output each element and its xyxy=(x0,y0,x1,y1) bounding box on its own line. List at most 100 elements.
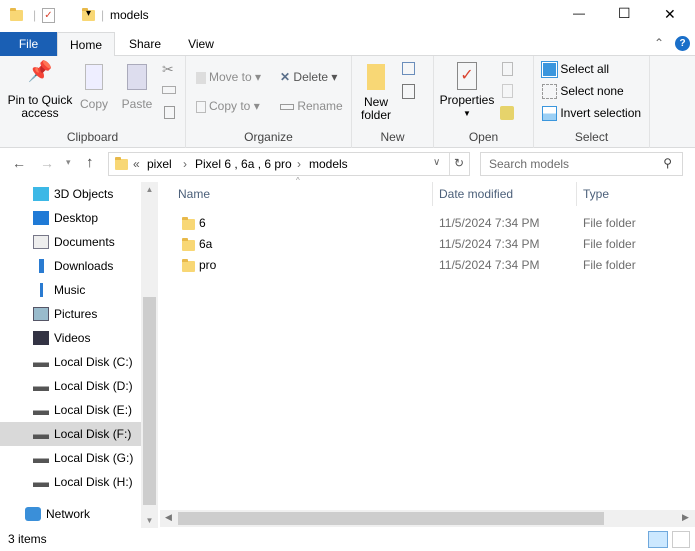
nav-item[interactable]: Local Disk (C:) xyxy=(0,350,141,374)
copy-button[interactable]: Copy xyxy=(76,64,112,111)
new-group: New folder New xyxy=(352,56,434,148)
file-row[interactable]: pro 11/5/2024 7:34 PM File folder xyxy=(170,255,680,276)
help-icon[interactable]: ? xyxy=(675,36,690,51)
nav-item[interactable]: Local Disk (F:) xyxy=(0,422,141,446)
horizontal-scrollbar[interactable]: ◀ ▶ xyxy=(160,510,695,527)
paste-icon xyxy=(127,64,147,90)
properties-qat-icon[interactable]: ✓ xyxy=(42,8,55,23)
drive-icon xyxy=(33,379,49,393)
search-icon: ⚲ xyxy=(663,156,672,170)
paste-shortcut-icon[interactable] xyxy=(164,106,175,119)
qat-dropdown-icon[interactable]: ▾ xyxy=(86,8,91,19)
nav-item-label: Downloads xyxy=(54,259,114,273)
tab-file[interactable]: File xyxy=(0,32,57,56)
breadcrumb-pixel[interactable]: pixel xyxy=(147,157,172,171)
column-header-type[interactable]: Type xyxy=(583,187,609,201)
item-count: 3 items xyxy=(8,532,47,546)
delete-button[interactable]: ✕ Delete ▾ xyxy=(280,70,337,84)
drive-icon xyxy=(33,355,49,369)
cut-icon[interactable]: ✂ xyxy=(162,61,174,78)
horizontal-scrollbar-thumb[interactable] xyxy=(178,512,604,525)
properties-button[interactable]: ✓ Properties ▼ xyxy=(438,62,496,120)
nav-item[interactable]: Local Disk (E:) xyxy=(0,398,141,422)
easy-access-icon[interactable] xyxy=(402,84,415,99)
nav-item[interactable]: Pictures xyxy=(0,302,141,326)
file-name: pro xyxy=(199,258,217,272)
address-bar[interactable]: « pixel › Pixel 6 , 6a , 6 pro › models … xyxy=(108,152,470,176)
rename-icon xyxy=(280,103,294,110)
back-button[interactable]: ← xyxy=(12,155,26,171)
column-header-name[interactable]: Name xyxy=(178,187,210,201)
details-view-button[interactable] xyxy=(648,531,668,548)
search-input[interactable]: Search models ⚲ xyxy=(480,152,683,176)
nav-item-label: Local Disk (G:) xyxy=(54,451,134,465)
edit-icon[interactable] xyxy=(502,84,513,98)
tab-view[interactable]: View xyxy=(174,32,228,56)
nav-item[interactable]: 3D Objects xyxy=(0,182,141,206)
collapse-ribbon-icon[interactable]: ⌃ xyxy=(654,36,664,50)
forward-button[interactable]: → xyxy=(40,155,54,171)
open-group: ✓ Properties ▼ Open xyxy=(434,56,534,148)
minimize-button[interactable]: — xyxy=(573,6,585,20)
refresh-icon[interactable]: ↻ xyxy=(449,153,468,175)
tab-home[interactable]: Home xyxy=(57,32,115,57)
file-date: 11/5/2024 7:34 PM xyxy=(439,258,540,272)
nav-item[interactable]: Documents xyxy=(0,230,141,254)
select-all-icon xyxy=(541,61,558,79)
copy-to-button[interactable]: Copy to ▾ xyxy=(196,99,260,113)
clipboard-group: 📌 Pin to Quick access Copy Paste ✂ Clipb… xyxy=(0,56,186,148)
close-button[interactable]: ✕ xyxy=(664,6,676,23)
ribbon: 📌 Pin to Quick access Copy Paste ✂ Clipb… xyxy=(0,56,695,148)
open-icon[interactable] xyxy=(502,62,513,76)
title-bar: | ✓ ▾ | models — ☐ ✕ xyxy=(0,0,695,32)
column-header-date[interactable]: Date modified xyxy=(439,187,513,201)
organize-group: Move to ▾ Copy to ▾ ✕ Delete ▾ Rename Or… xyxy=(186,56,352,148)
breadcrumb-overflow[interactable]: « xyxy=(133,157,140,171)
invert-selection-icon xyxy=(542,106,557,122)
ribbon-tabs: File Home Share View ⌃ ? xyxy=(0,32,695,57)
move-to-button[interactable]: Move to ▾ xyxy=(196,70,261,84)
documents-icon xyxy=(33,235,49,249)
history-icon[interactable] xyxy=(500,106,514,120)
nav-item[interactable]: Desktop xyxy=(0,206,141,230)
select-none-button[interactable]: Select none xyxy=(542,84,624,100)
move-to-icon xyxy=(196,71,206,84)
paste-button[interactable]: Paste xyxy=(118,64,156,111)
select-all-button[interactable]: Select all xyxy=(541,61,609,79)
chevron-right-icon[interactable]: › xyxy=(297,157,301,171)
file-type: File folder xyxy=(583,258,636,272)
recent-locations-button[interactable]: ▾ xyxy=(66,157,71,168)
tab-share[interactable]: Share xyxy=(118,32,172,56)
nav-item[interactable]: Downloads xyxy=(0,254,141,278)
breadcrumb-models[interactable]: models xyxy=(309,157,348,171)
nav-item[interactable]: Local Disk (D:) xyxy=(0,374,141,398)
maximize-button[interactable]: ☐ xyxy=(618,5,631,22)
properties-icon: ✓ xyxy=(457,62,477,90)
new-folder-button[interactable]: New folder xyxy=(358,64,394,122)
drive-icon xyxy=(33,427,49,441)
breadcrumb-pixel-6[interactable]: Pixel 6 , 6a , 6 pro xyxy=(195,157,292,171)
large-icons-view-button[interactable] xyxy=(672,531,690,548)
copy-icon xyxy=(85,64,103,90)
nav-item-label: Network xyxy=(46,507,91,521)
copy-path-icon[interactable] xyxy=(162,86,176,94)
nav-item[interactable]: Local Disk (G:) xyxy=(0,446,141,470)
nav-item[interactable]: Local Disk (H:) xyxy=(0,470,141,494)
up-button[interactable]: ↑ xyxy=(86,154,94,171)
rename-button[interactable]: Rename xyxy=(280,99,343,113)
address-dropdown-icon[interactable]: ∨ xyxy=(433,157,440,168)
file-type: File folder xyxy=(583,237,636,251)
pin-to-quick-access-button[interactable]: 📌 Pin to Quick access xyxy=(4,61,76,120)
nav-item[interactable]: Videos xyxy=(0,326,141,350)
pin-icon: 📌 xyxy=(27,61,53,83)
nav-item[interactable]: Network xyxy=(0,502,141,526)
new-item-icon[interactable] xyxy=(402,62,415,75)
nav-scrollbar[interactable]: ▲ ▼ xyxy=(141,182,158,528)
nav-item[interactable]: Music xyxy=(0,278,141,302)
file-row[interactable]: 6a 11/5/2024 7:34 PM File folder xyxy=(170,234,680,255)
file-row[interactable]: 6 11/5/2024 7:34 PM File folder xyxy=(170,213,680,234)
chevron-right-icon[interactable]: › xyxy=(183,157,187,171)
file-type: File folder xyxy=(583,216,636,230)
nav-scrollbar-thumb[interactable] xyxy=(143,297,156,505)
invert-selection-button[interactable]: Invert selection xyxy=(542,106,641,122)
